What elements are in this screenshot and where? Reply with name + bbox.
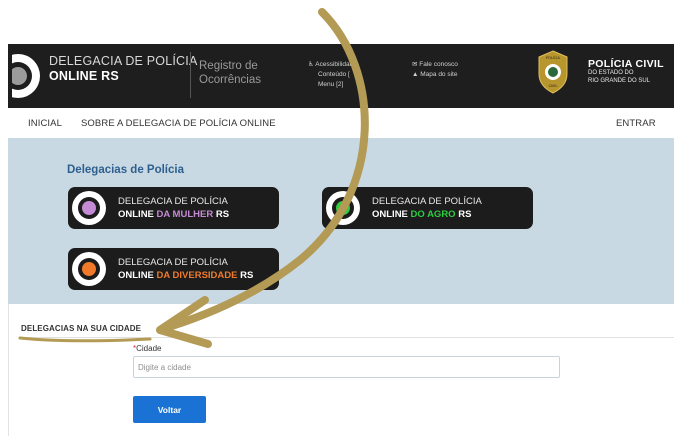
delegacias-panel: Delegacias de Polícia DELEGACIA DE POLÍC…	[8, 138, 674, 304]
site-header: DELEGACIA DE POLÍCIA ONLINE RS Registro …	[8, 44, 674, 108]
nav-entrar[interactable]: ENTRAR	[616, 118, 656, 129]
registro-ocorrencias: Registro de Ocorrências	[199, 60, 261, 86]
svg-text:CIVIL: CIVIL	[549, 84, 558, 88]
policia-civil-badge-icon: POLÍCIA CIVIL	[538, 50, 568, 94]
accessibility-icon: ♿	[308, 61, 314, 68]
card-delegacia-mulher[interactable]: DELEGACIA DE POLÍCIA ONLINE DA MULHER RS	[68, 187, 279, 229]
acessibilidade-link[interactable]: Acessibilidade	[315, 61, 357, 68]
fale-conosco-link[interactable]: Fale conosco	[419, 61, 458, 68]
delegacia-logo-icon[interactable]	[8, 50, 46, 102]
logo-line1: DELEGACIA DE POLÍCIA	[49, 54, 198, 68]
svg-text:POLÍCIA: POLÍCIA	[546, 55, 560, 60]
mulher-logo-icon	[72, 191, 106, 225]
diversidade-logo-icon	[72, 252, 106, 286]
mail-icon: ✉	[412, 61, 418, 68]
card-delegacia-agro[interactable]: DELEGACIA DE POLÍCIA ONLINE DO AGRO RS	[322, 187, 533, 229]
agro-logo-icon	[326, 191, 360, 225]
section-divider	[19, 337, 674, 338]
sitemap-icon: ▲	[412, 71, 419, 78]
page: DELEGACIA DE POLÍCIA ONLINE RS Registro …	[8, 44, 674, 436]
cidade-section: DELEGACIAS NA SUA CIDADE *Cidade Voltar	[8, 304, 674, 436]
contact-links: ✉ Fale conosco ▲ Mapa do site	[412, 60, 458, 80]
nav-sobre[interactable]: SOBRE A DELEGACIA DE POLÍCIA ONLINE	[81, 118, 276, 129]
mapa-site-link[interactable]: Mapa do site	[420, 71, 457, 78]
logo-title[interactable]: DELEGACIA DE POLÍCIA ONLINE RS	[49, 54, 198, 84]
menu-link[interactable]: Menu [2]	[308, 80, 357, 90]
policia-civil-title: POLÍCIA CIVIL DO ESTADO DO RIO GRANDE DO…	[588, 58, 664, 84]
cidade-input[interactable]	[133, 356, 560, 378]
cidade-label: *Cidade	[133, 344, 162, 353]
accessibility-links: ♿ Acessibilidade Conteúdo [ Menu [2]	[308, 60, 357, 90]
logo-line2: ONLINE RS	[49, 69, 119, 83]
voltar-button[interactable]: Voltar	[133, 396, 206, 423]
panel-title: Delegacias de Polícia	[67, 164, 184, 176]
card-delegacia-diversidade[interactable]: DELEGACIA DE POLÍCIA ONLINE DA DIVERSIDA…	[68, 248, 279, 290]
section-title: DELEGACIAS NA SUA CIDADE	[21, 324, 142, 333]
conteudo-link[interactable]: Conteúdo [	[308, 70, 357, 80]
main-nav: INICIAL SOBRE A DELEGACIA DE POLÍCIA ONL…	[8, 108, 674, 138]
nav-inicial[interactable]: INICIAL	[28, 118, 62, 129]
header-divider	[190, 52, 191, 98]
